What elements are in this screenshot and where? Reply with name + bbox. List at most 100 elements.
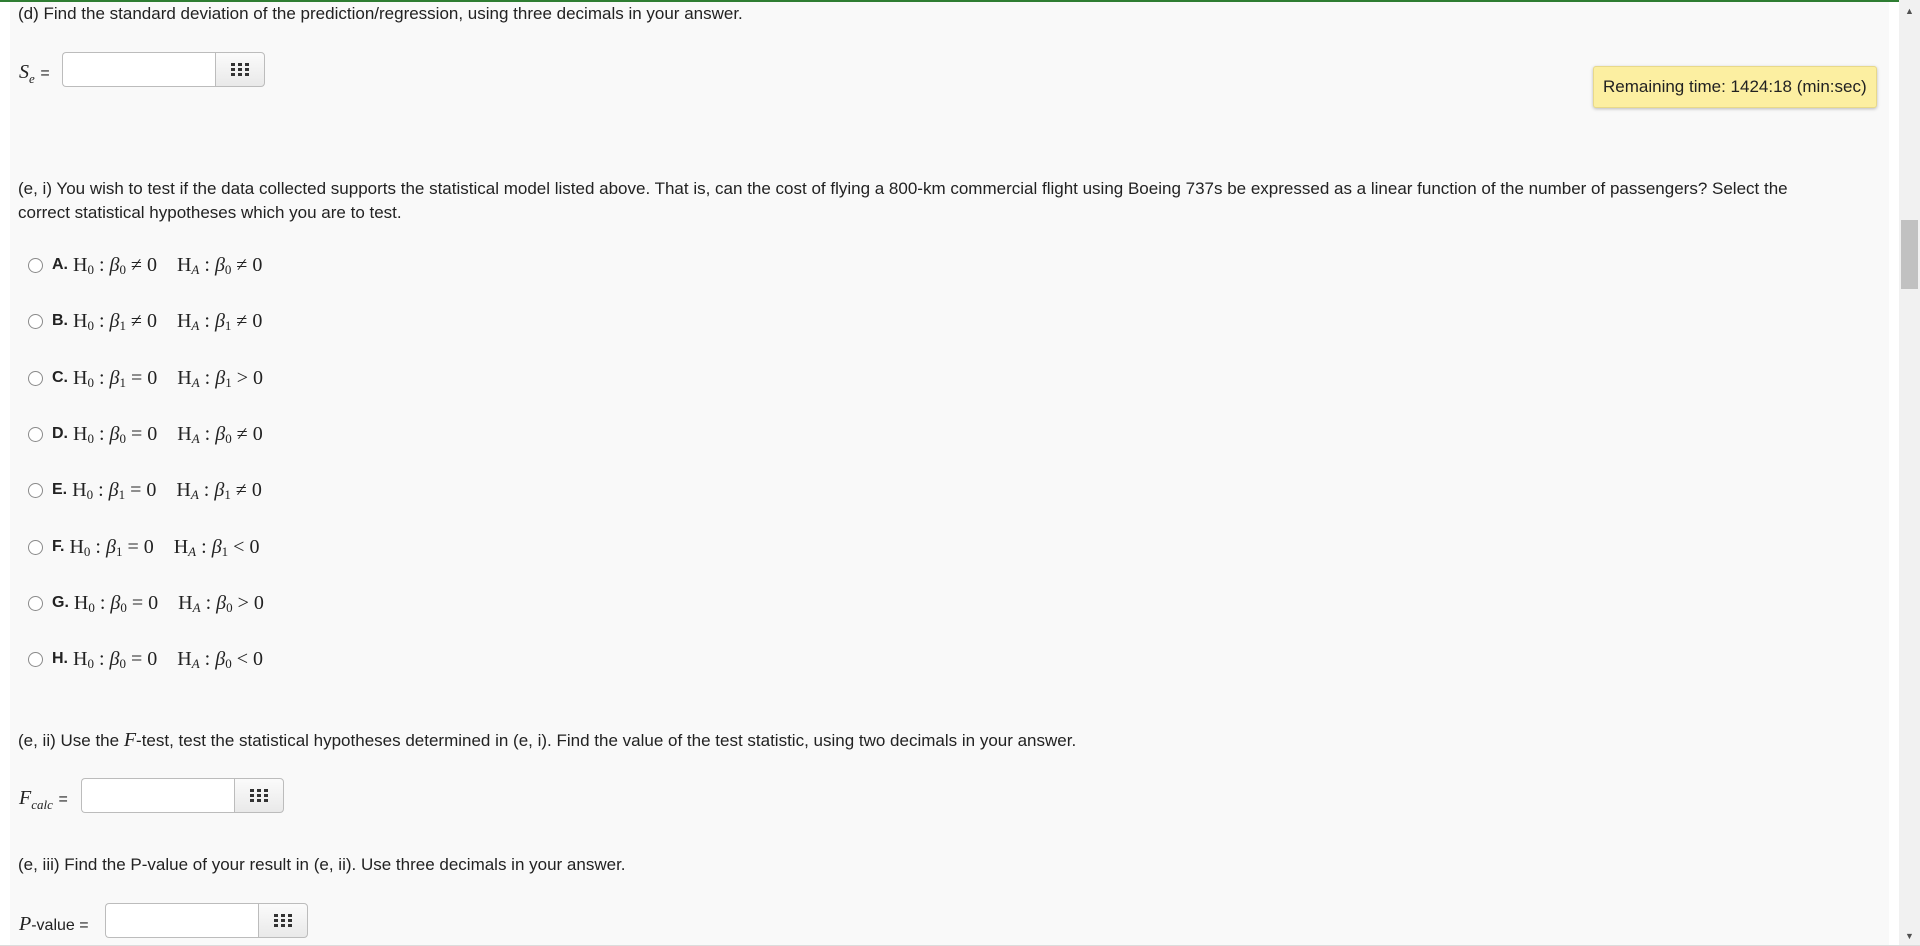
beta-symbol: β	[109, 309, 120, 332]
ha-subscript: A	[191, 655, 200, 671]
se-symbol: S	[19, 61, 29, 83]
zero: 0	[146, 309, 157, 332]
h0-symbol: H	[73, 366, 88, 389]
question-page: (d) Find the standard deviation of the p…	[10, 2, 1889, 945]
h0-symbol: H	[72, 478, 87, 501]
hypothesis-expression: H0 : β0 ≠ 0 HA : β0 ≠ 0	[73, 254, 262, 277]
f-calc-input[interactable]	[81, 778, 234, 813]
zero: 0	[143, 535, 154, 558]
hypothesis-expression: H0 : β1 = 0 HA : β1 ≠ 0	[72, 479, 262, 502]
zero: 0	[146, 253, 157, 276]
zero: 0	[252, 309, 263, 332]
option-letter: A.	[52, 256, 68, 273]
zero: 0	[147, 647, 158, 670]
ha-subscript: A	[191, 261, 200, 277]
equals-sign: =	[40, 65, 50, 82]
zero: 0	[252, 647, 263, 670]
radio-button[interactable]	[28, 257, 43, 273]
part-e-iii-answer-group	[105, 903, 308, 938]
colon: :	[99, 591, 106, 614]
std-deviation-input[interactable]	[62, 52, 215, 87]
keypad-button[interactable]	[258, 903, 308, 938]
radio-button[interactable]	[28, 651, 43, 667]
hypothesis-option-h[interactable]: H. H0 : β0 = 0 HA : β0 < 0	[28, 645, 263, 673]
ha-symbol: H	[177, 422, 192, 445]
part-d-answer-group	[62, 52, 265, 87]
radio-button[interactable]	[28, 539, 43, 555]
radio-button[interactable]	[28, 313, 43, 329]
relation: =	[130, 647, 143, 670]
zero: 0	[147, 366, 158, 389]
h0-subscript: 0	[86, 486, 94, 502]
beta-index: 1	[118, 486, 126, 502]
keypad-button[interactable]	[215, 52, 265, 87]
part-e-iii-label: P-value =	[19, 913, 89, 936]
se-subscript: e	[29, 71, 35, 86]
hypothesis-option-f[interactable]: F. H0 : β1 = 0 HA : β1 < 0	[28, 533, 259, 561]
h0-symbol: H	[73, 422, 88, 445]
zero: 0	[251, 478, 262, 501]
colon: :	[95, 535, 101, 558]
radio-button[interactable]	[28, 370, 43, 386]
beta-symbol: β	[214, 309, 225, 332]
relation: ≠	[235, 478, 247, 501]
part-e-i-question-line2: correct statistical hypotheses which you…	[18, 203, 402, 222]
beta-symbol: β	[105, 535, 116, 558]
grid-keypad-icon	[274, 913, 292, 927]
beta-symbol: β	[109, 253, 120, 276]
hypothesis-option-b[interactable]: B. H0 : β1 ≠ 0 HA : β1 ≠ 0	[28, 307, 262, 335]
hypothesis-option-a[interactable]: A. H0 : β0 ≠ 0 HA : β0 ≠ 0	[28, 251, 262, 279]
radio-button[interactable]	[28, 426, 43, 442]
hypothesis-option-d[interactable]: D. H0 : β0 = 0 HA : β0 ≠ 0	[28, 420, 263, 448]
beta-index: 0	[119, 430, 126, 446]
relation: <	[233, 535, 245, 558]
hypothesis-expression: H0 : β1 = 0 HA : β1 < 0	[69, 536, 259, 559]
radio-button[interactable]	[28, 482, 43, 498]
relation: ≠	[236, 253, 248, 276]
fcalc-subscript: calc	[31, 797, 53, 812]
hypothesis-expression: H0 : β0 = 0 HA : β0 ≠ 0	[73, 423, 263, 446]
beta-index: 0	[120, 599, 127, 615]
relation: ≠	[236, 422, 248, 445]
colon: :	[203, 478, 210, 501]
beta-index: 0	[225, 655, 232, 671]
part-d-label: Se =	[19, 61, 50, 87]
option-letter: F.	[52, 538, 65, 555]
beta-symbol: β	[214, 478, 225, 501]
ha-symbol: H	[176, 478, 191, 501]
ha-symbol: H	[176, 253, 192, 276]
part-e-i-question-line1: (e, i) You wish to test if the data coll…	[18, 179, 1788, 198]
beta-symbol: β	[215, 366, 226, 389]
hypothesis-option-e[interactable]: E. H0 : β1 = 0 HA : β1 ≠ 0	[28, 476, 262, 504]
ha-symbol: H	[178, 591, 193, 614]
beta-symbol: β	[216, 591, 227, 614]
colon: :	[201, 535, 207, 558]
keypad-button[interactable]	[234, 778, 284, 813]
zero: 0	[148, 591, 159, 614]
h0-symbol: H	[69, 535, 84, 558]
h0-symbol: H	[73, 647, 88, 670]
beta-index: 0	[225, 430, 232, 446]
beta-index: 1	[115, 543, 123, 559]
colon: :	[204, 253, 210, 276]
zero: 0	[147, 422, 158, 445]
beta-index: 0	[119, 655, 126, 671]
hypothesis-option-g[interactable]: G. H0 : β0 = 0 HA : β0 > 0	[28, 589, 264, 617]
hypothesis-option-c[interactable]: C. H0 : β1 = 0 HA : β1 > 0	[28, 364, 263, 392]
part-e-iii-question: (e, iii) Find the P-value of your result…	[18, 855, 626, 874]
ha-subscript: A	[188, 543, 197, 559]
relation: ≠	[130, 309, 142, 332]
p-value-input[interactable]	[105, 903, 258, 938]
scrollbar-thumb[interactable]	[1901, 220, 1918, 289]
scroll-down-arrow-icon[interactable]: ▼	[1899, 927, 1920, 944]
scroll-up-arrow-icon[interactable]: ▲	[1899, 2, 1920, 19]
beta-symbol: β	[215, 422, 226, 445]
beta-index: 0	[224, 261, 232, 277]
radio-button[interactable]	[28, 595, 43, 611]
colon: :	[205, 591, 212, 614]
part-e-ii-question-end: -test, test the statistical hypotheses d…	[136, 731, 1077, 750]
beta-symbol: β	[211, 535, 222, 558]
vertical-scrollbar[interactable]: ▲ ▼	[1899, 0, 1920, 946]
beta-symbol: β	[215, 647, 226, 670]
h0-subscript: 0	[83, 543, 91, 559]
